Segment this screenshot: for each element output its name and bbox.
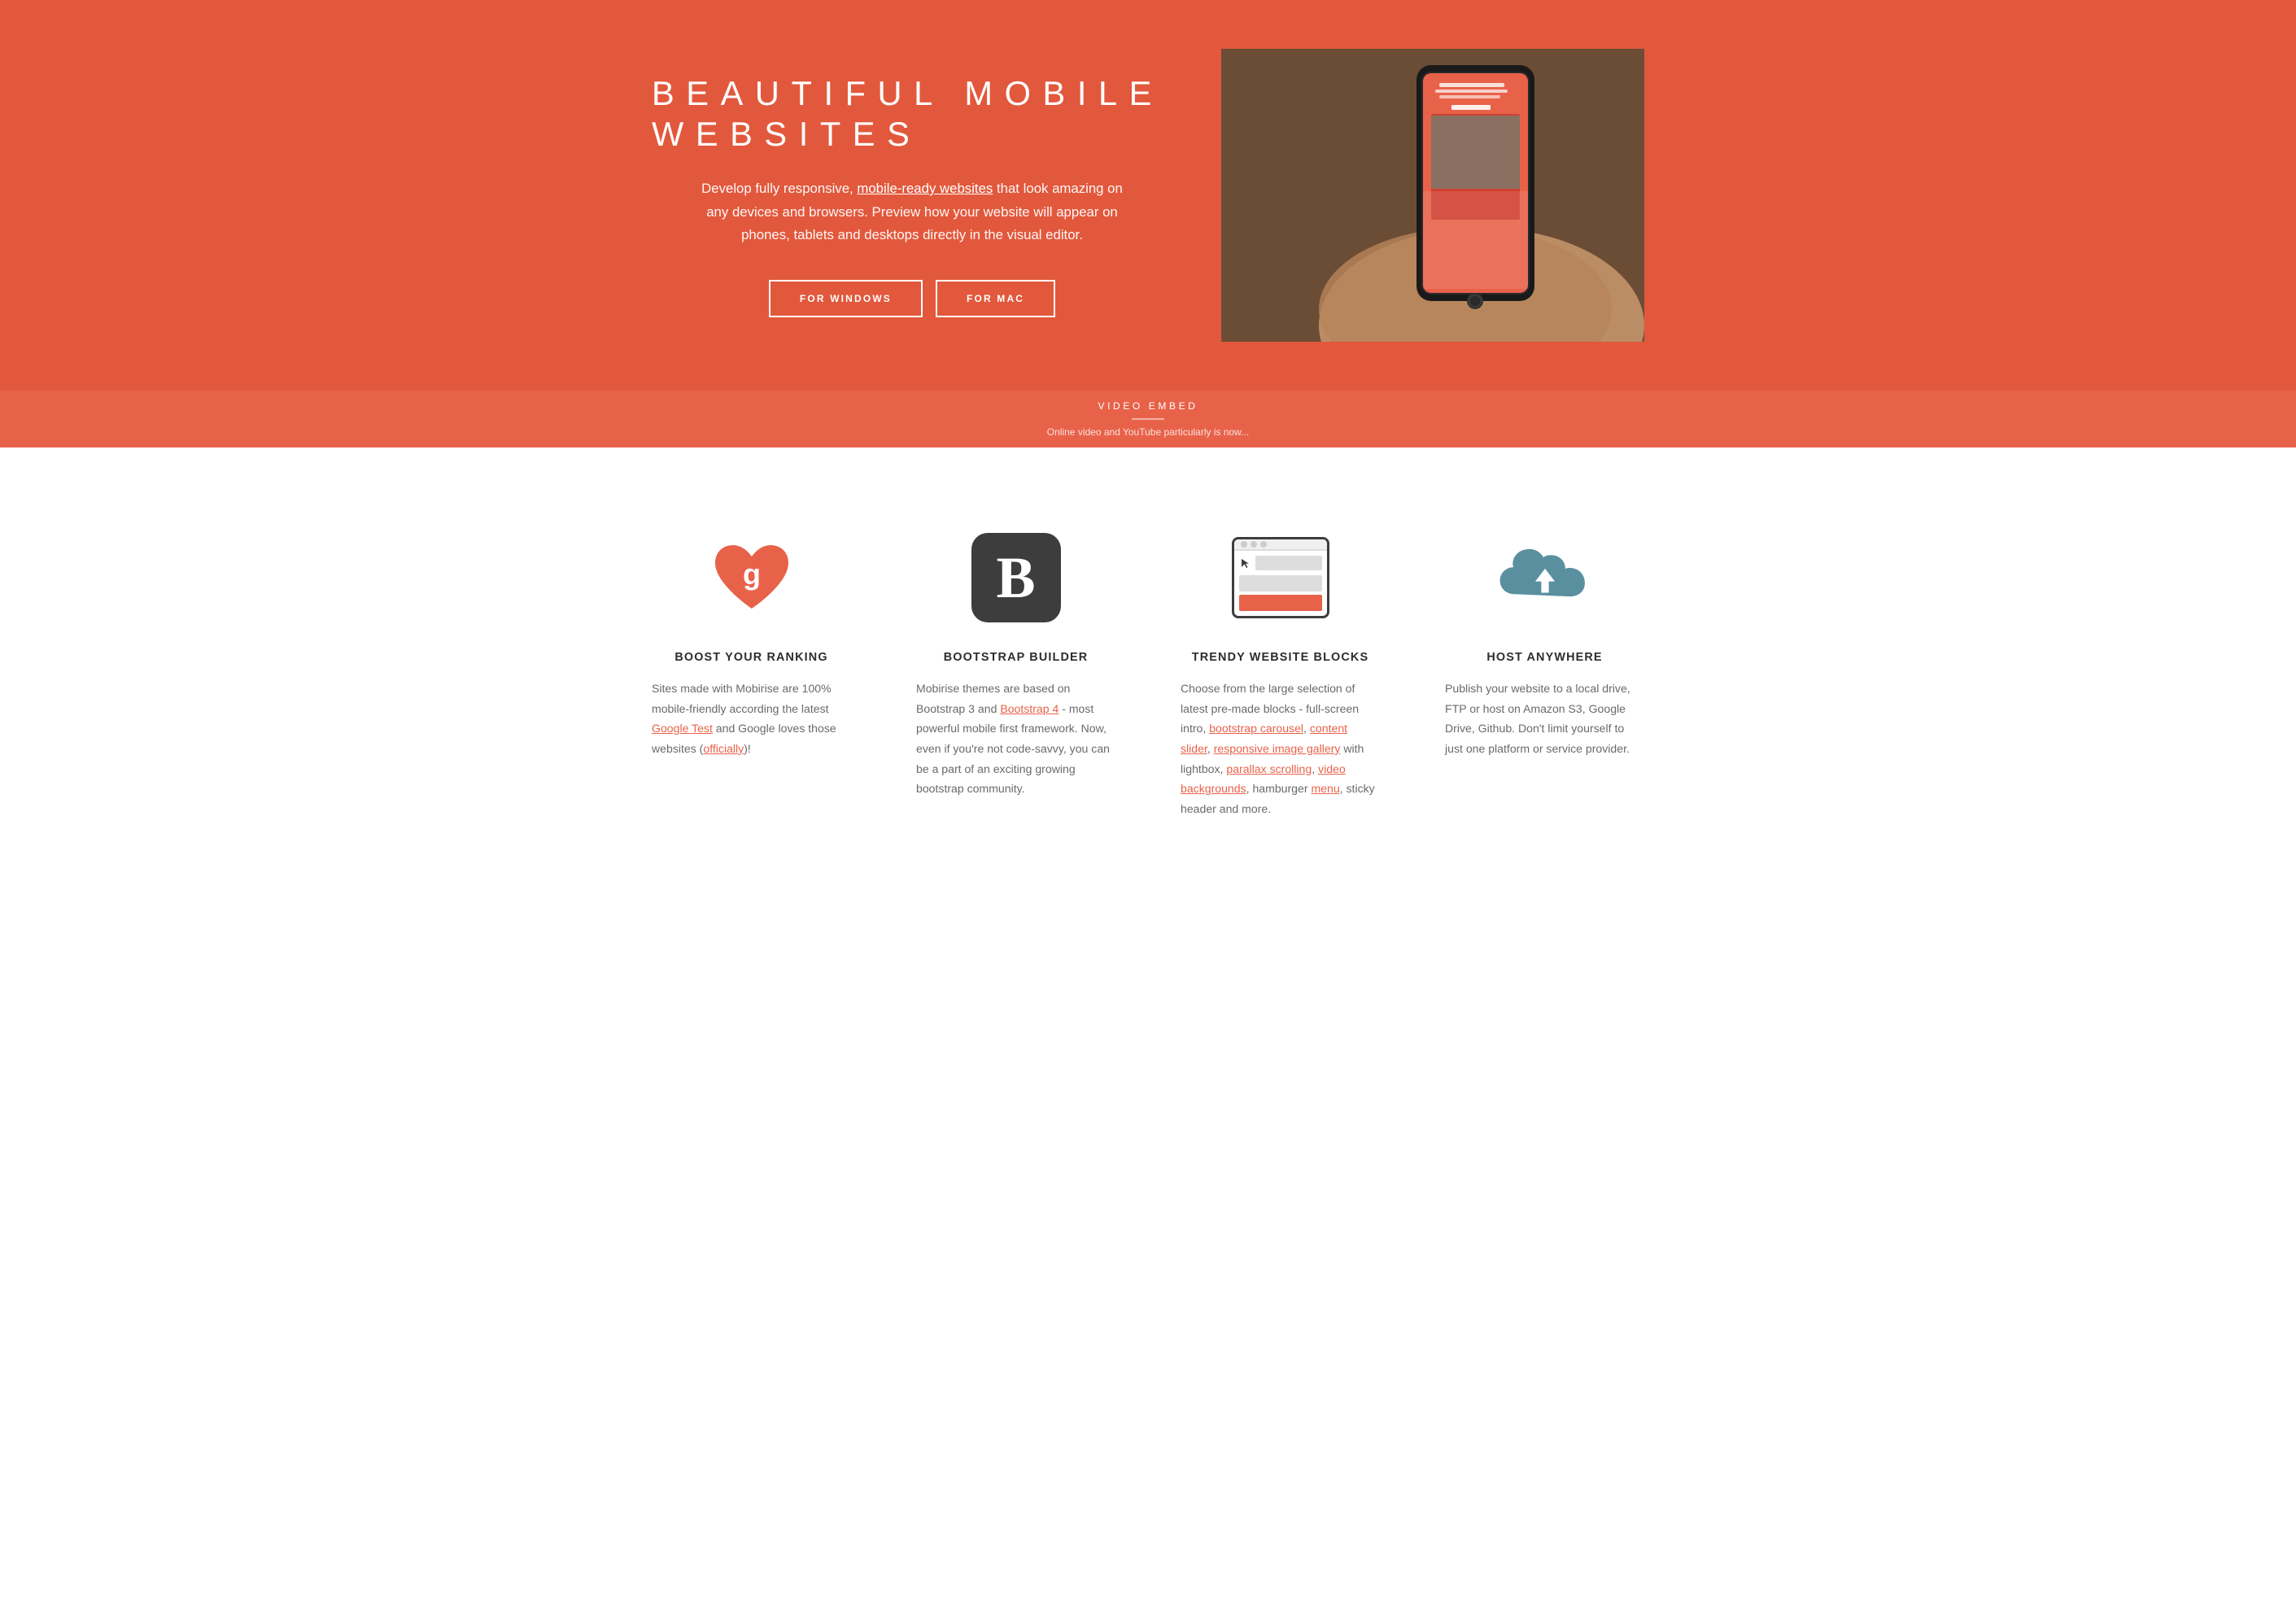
hero-content: BEAUTIFUL MOBILE WEBSITES Develop fully … (619, 0, 1677, 391)
browser-body (1234, 551, 1327, 616)
browser-block-b (1239, 575, 1322, 591)
video-strip-divider (1132, 418, 1164, 420)
parallax-scrolling-link[interactable]: parallax scrolling (1226, 762, 1312, 775)
hero-title: BEAUTIFUL MOBILE WEBSITES (652, 73, 1172, 155)
bootstrap-carousel-link[interactable]: bootstrap carousel (1209, 722, 1303, 735)
features-grid: g BOOST YOUR RANKING Sites made with Mob… (619, 513, 1677, 843)
feature-boost: g BOOST YOUR RANKING Sites made with Mob… (619, 513, 884, 843)
officially-link[interactable]: officially (703, 742, 744, 755)
hero-buttons: FOR WINDOWS FOR MAC (652, 280, 1172, 317)
browser-block-a (1255, 556, 1322, 570)
video-strip-title: VIDEO EMBED (10, 400, 2286, 412)
feature-bootstrap-desc: Mobirise themes are based on Bootstrap 3… (916, 679, 1115, 799)
mac-button[interactable]: FOR MAC (936, 280, 1055, 317)
video-strip: VIDEO EMBED Online video and YouTube par… (0, 391, 2296, 447)
feature-host-desc: Publish your website to a local drive, F… (1445, 679, 1644, 759)
hero-phone-image (1221, 49, 1644, 342)
hero-left-panel: BEAUTIFUL MOBILE WEBSITES Develop fully … (652, 73, 1221, 316)
cursor-icon (1239, 557, 1252, 570)
hero-description: Develop fully responsive, mobile-ready w… (701, 177, 1124, 247)
svg-text:g: g (743, 557, 761, 591)
trendy-icon-wrap (1232, 529, 1329, 626)
feature-host-title: HOST ANYWHERE (1445, 651, 1644, 664)
google-test-link[interactable]: Google Test (652, 722, 713, 735)
browser-dot-2 (1251, 541, 1257, 548)
feature-boost-desc: Sites made with Mobirise are 100% mobile… (652, 679, 851, 759)
video-strip-desc: Online video and YouTube particularly is… (10, 426, 2286, 438)
menu-link[interactable]: menu (1311, 782, 1339, 795)
feature-trendy-title: TRENDY WEBSITE BLOCKS (1181, 651, 1380, 664)
browser-icon (1232, 537, 1329, 618)
features-section: g BOOST YOUR RANKING Sites made with Mob… (0, 447, 2296, 892)
feature-host: HOST ANYWHERE Publish your website to a … (1412, 513, 1677, 843)
feature-bootstrap-title: BOOTSTRAP BUILDER (916, 651, 1115, 664)
heart-icon: g (707, 537, 797, 618)
boost-icon-wrap: g (703, 529, 801, 626)
feature-trendy: TRENDY WEBSITE BLOCKS Choose from the la… (1148, 513, 1412, 843)
feature-boost-title: BOOST YOUR RANKING (652, 651, 851, 664)
browser-row-1 (1239, 556, 1322, 570)
browser-block-orange (1239, 595, 1322, 611)
host-icon-wrap (1496, 529, 1594, 626)
responsive-gallery-link[interactable]: responsive image gallery (1214, 742, 1341, 755)
hero-right-panel (1221, 49, 1644, 342)
feature-bootstrap: B BOOTSTRAP BUILDER Mobirise themes are … (884, 513, 1148, 843)
browser-dot-3 (1260, 541, 1267, 548)
windows-button[interactable]: FOR WINDOWS (769, 280, 923, 317)
bootstrap-b-letter: B (996, 544, 1035, 612)
browser-dot-1 (1241, 541, 1247, 548)
hero-section: BEAUTIFUL MOBILE WEBSITES Develop fully … (0, 0, 2296, 391)
cloud-upload-icon (1496, 537, 1594, 618)
bootstrap-icon-wrap: B (967, 529, 1065, 626)
browser-topbar (1234, 539, 1327, 551)
bootstrap-icon: B (971, 533, 1061, 622)
mobile-ready-link[interactable]: mobile-ready websites (857, 181, 993, 196)
hero-illustration (1221, 49, 1644, 342)
feature-trendy-desc: Choose from the large selection of lates… (1181, 679, 1380, 818)
bootstrap4-link[interactable]: Bootstrap 4 (1000, 702, 1059, 715)
